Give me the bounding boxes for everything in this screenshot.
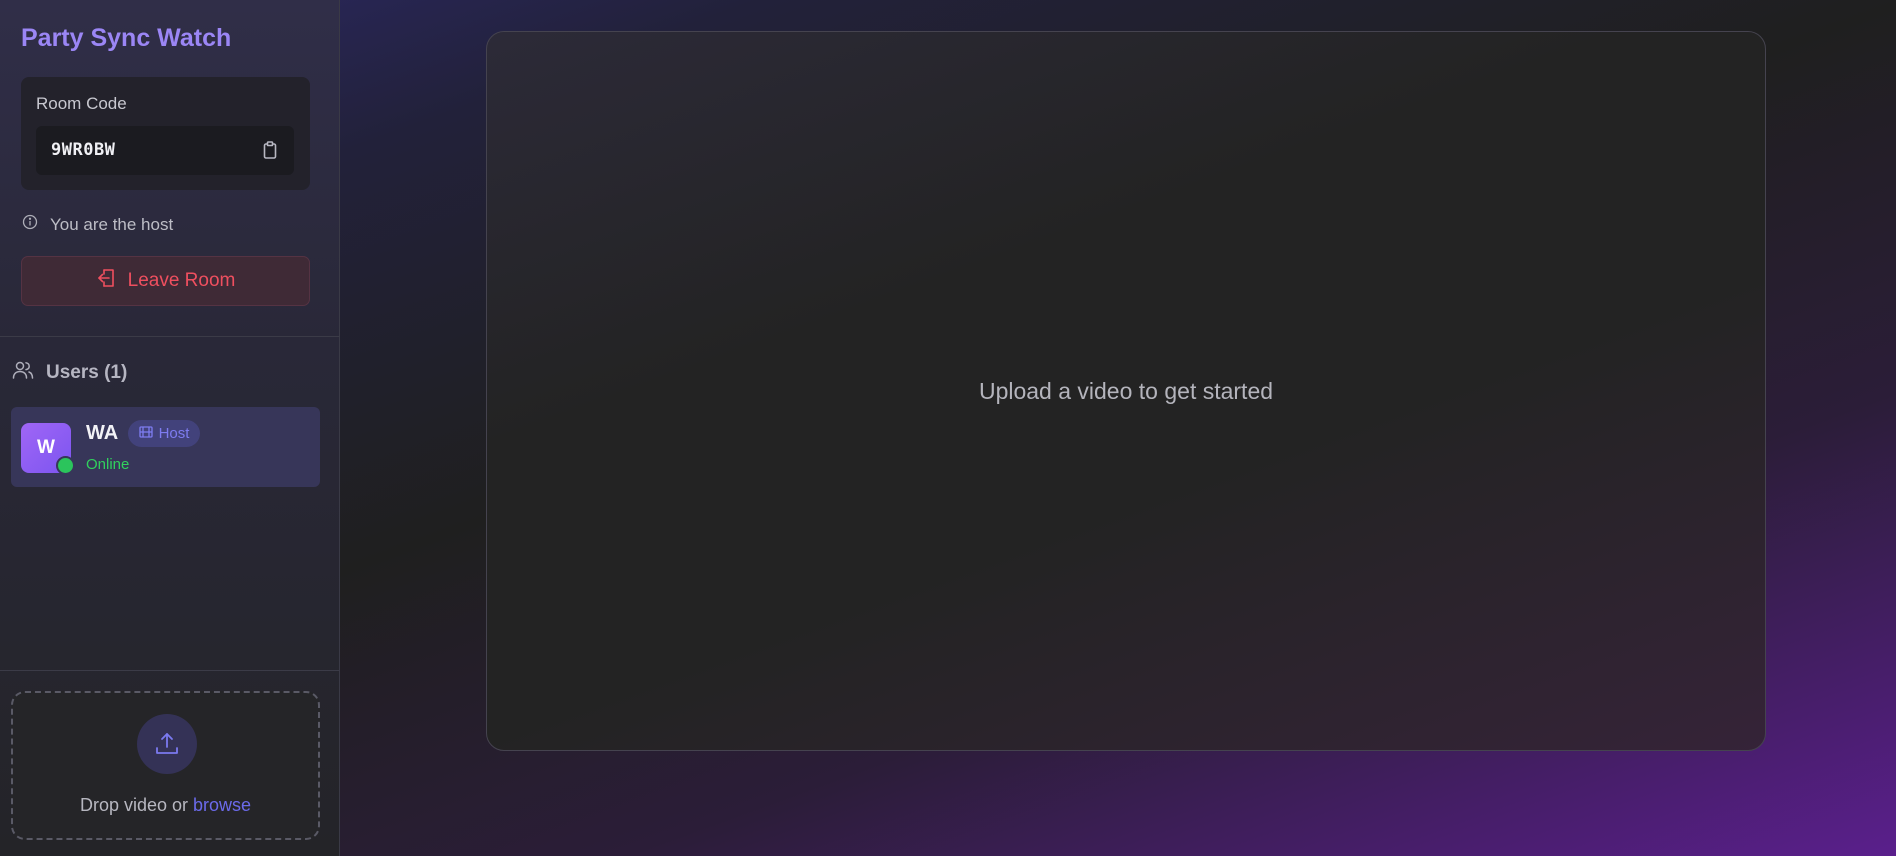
room-code-label: Room Code xyxy=(36,94,127,113)
exit-door-icon xyxy=(96,267,118,295)
leave-room-label: Leave Room xyxy=(127,270,236,291)
users-icon xyxy=(12,360,34,386)
user-name: WA xyxy=(86,422,119,444)
room-code-box: 9WR0BW xyxy=(36,126,294,175)
upload-icon xyxy=(137,714,197,774)
video-dropzone[interactable]: Drop video or browse xyxy=(11,691,320,840)
sidebar-divider-bottom xyxy=(0,670,340,671)
dropzone-text: Drop video or browse xyxy=(13,795,318,816)
host-badge-label: Host xyxy=(158,425,190,442)
host-info: You are the host xyxy=(22,214,173,235)
info-icon xyxy=(22,214,38,235)
film-icon xyxy=(138,425,153,442)
host-badge: Host xyxy=(128,420,200,447)
room-code-value: 9WR0BW xyxy=(51,140,116,160)
browse-link[interactable]: browse xyxy=(193,795,251,815)
users-header: Users (1) xyxy=(12,360,127,386)
video-player-area: Upload a video to get started xyxy=(486,31,1766,751)
leave-room-button[interactable]: Leave Room xyxy=(21,256,310,306)
room-code-card: Room Code 9WR0BW xyxy=(21,77,310,190)
dropzone-label: Drop video or xyxy=(79,795,194,815)
video-placeholder-text: Upload a video to get started xyxy=(978,378,1274,404)
app-title: Party Sync Watch xyxy=(21,24,232,52)
sidebar-divider xyxy=(0,336,340,337)
users-header-label: Users (1) xyxy=(46,362,128,383)
online-status-dot xyxy=(56,456,75,475)
user-list-item[interactable]: W WA Host Online xyxy=(11,407,320,487)
host-info-text: You are the host xyxy=(50,214,174,234)
user-status: Online xyxy=(86,456,130,473)
sidebar: Party Sync Watch Room Code 9WR0BW You ar… xyxy=(0,0,340,856)
clipboard-icon[interactable] xyxy=(260,140,280,160)
